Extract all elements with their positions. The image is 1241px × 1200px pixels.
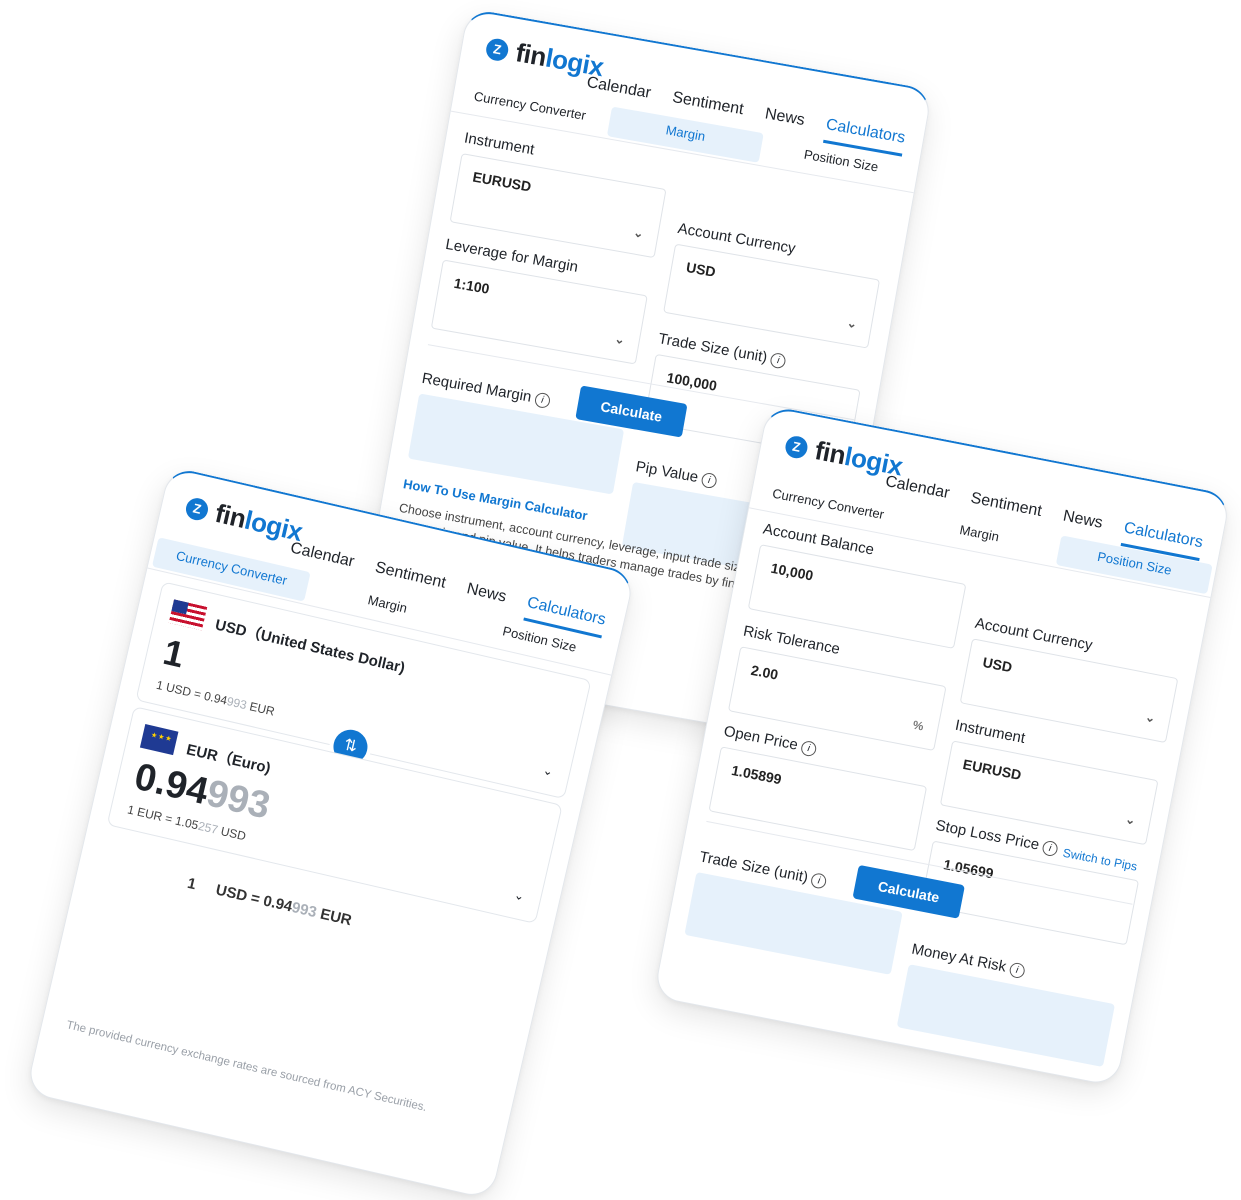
open-price-input[interactable]: 1.05899 [708,746,928,852]
account-currency-select[interactable]: USD ⌄ [663,243,881,349]
chevron-down-icon: ⌄ [845,315,859,332]
leverage-select[interactable]: 1:100 ⌄ [430,259,648,365]
percent-suffix: % [911,717,925,734]
info-icon[interactable]: i [800,739,818,757]
from-rate: 1 USD = 0.94993 EUR [154,677,277,719]
chevron-down-icon: ⌄ [1144,709,1157,726]
finlogix-logo-icon: Z [484,36,511,62]
chevron-down-icon: ⌄ [632,225,645,241]
eu-flag-icon [139,724,179,756]
currency-converter-card: Z finlogix Calendar Sentiment News Calcu… [25,466,636,1200]
header: Z finlogix Calendar Sentiment News Calcu… [452,10,932,186]
us-flag-icon [168,599,208,631]
chevron-down-icon[interactable]: ⌄ [513,888,526,904]
instrument-label: Instrument [462,129,536,159]
info-icon[interactable]: i [1008,961,1026,979]
from-currency-name: USD（United States Dollar) [213,616,407,677]
money-at-risk-result [896,964,1116,1068]
finlogix-logo-icon: Z [783,433,810,460]
chevron-down-icon: ⌄ [1124,811,1137,828]
chevron-down-icon[interactable]: ⌄ [542,763,555,779]
conversion-summary: 1 USD = 0.94993 EUR [185,874,354,930]
tab-currency-converter[interactable]: Currency Converter [451,79,608,135]
info-icon[interactable]: i [533,391,552,409]
info-icon[interactable]: i [700,471,718,489]
finlogix-logo[interactable]: Z finlogix [183,491,305,548]
info-icon[interactable]: i [1041,839,1060,857]
chevron-down-icon: ⌄ [613,331,626,348]
info-icon[interactable]: i [769,351,788,369]
source-disclaimer: The provided currency exchange rates are… [65,1019,428,1114]
finlogix-logo-icon: Z [183,495,211,522]
from-amount[interactable]: 1 [159,631,189,676]
info-icon[interactable]: i [810,871,828,890]
